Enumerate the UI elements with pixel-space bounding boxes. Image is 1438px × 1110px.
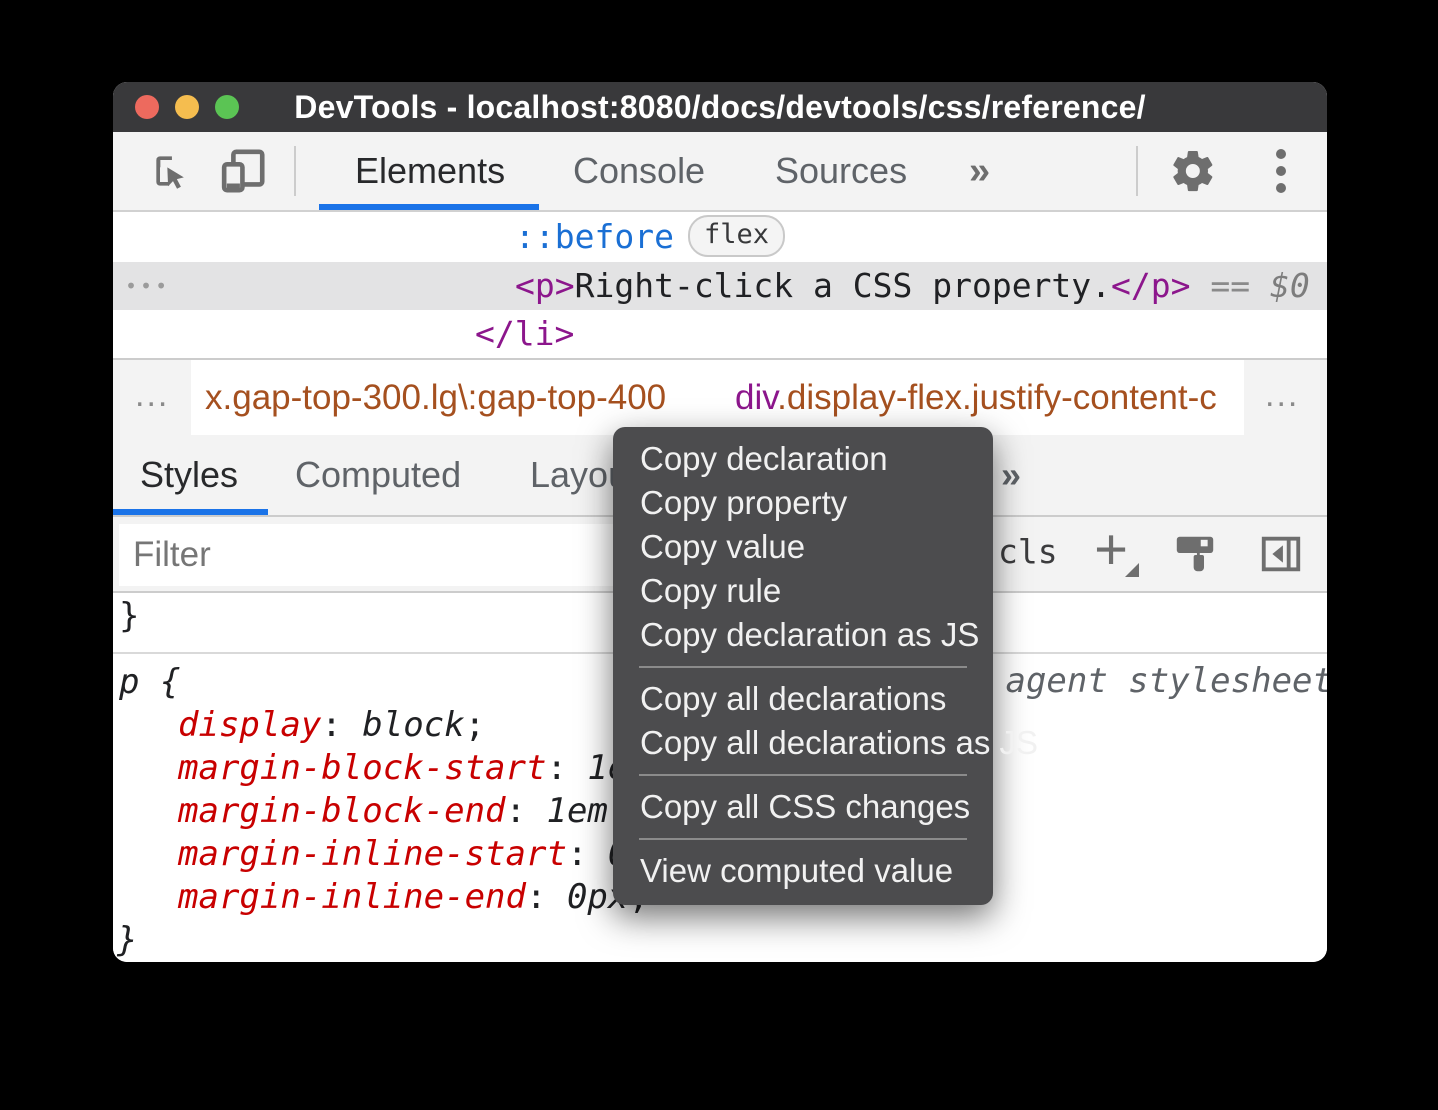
hidden-children-ellipsis[interactable]: ••• (125, 262, 170, 310)
elements-tree: ::before flex ••• <p>Right-click a CSS pr… (113, 212, 1327, 358)
rule-selector[interactable]: p { (119, 661, 180, 704)
breadcrumb-tag: div (735, 378, 777, 417)
colon: : (321, 705, 362, 745)
context-menu-item-copy-all-declarations-as-js[interactable]: Copy all declarations as JS (613, 721, 993, 765)
property-name[interactable]: display (178, 705, 321, 745)
tree-row-before[interactable]: ::before flex (113, 212, 1327, 262)
tab-console[interactable]: Console (573, 132, 705, 210)
breadcrumb-item-parent[interactable]: x.gap-top-300.lg\:gap-top-400 (205, 360, 666, 435)
context-menu-item-copy-all-css-changes[interactable]: Copy all CSS changes (613, 785, 993, 829)
active-sidebar-tab-indicator (113, 509, 268, 515)
property-name[interactable]: margin-block-start (178, 748, 546, 788)
tab-elements[interactable]: Elements (355, 132, 505, 210)
more-sidebar-tabs-button[interactable]: » (1001, 435, 1021, 515)
colon: : (526, 877, 567, 917)
toolbar-divider (294, 146, 296, 196)
element-text: Right-click a CSS property. (575, 266, 1111, 305)
property-value[interactable]: 1em (546, 791, 607, 831)
settings-button[interactable] (1161, 132, 1225, 210)
toolbar-divider-right (1136, 146, 1138, 196)
window-title: DevTools - localhost:8080/docs/devtools/… (294, 89, 1145, 126)
context-menu-item-copy-rule[interactable]: Copy rule (613, 569, 993, 613)
tab-computed[interactable]: Computed (295, 435, 461, 515)
context-menu-separator (639, 838, 967, 840)
equals-sign: == (1210, 266, 1250, 305)
context-menu-item-copy-value[interactable]: Copy value (613, 525, 993, 569)
active-tab-indicator (319, 204, 539, 210)
zoom-window-button[interactable] (215, 95, 239, 119)
context-menu-item-copy-declaration-as-js[interactable]: Copy declaration as JS (613, 613, 993, 657)
css-declaration[interactable]: margin-block-end: 1em; (178, 790, 628, 833)
property-name[interactable]: margin-block-end (178, 791, 506, 831)
breadcrumb-item-selected[interactable]: div.display-flex.justify-content-c (735, 360, 1217, 435)
inspect-icon (149, 149, 193, 193)
traffic-lights (135, 95, 239, 119)
breadcrumb-overflow-right[interactable]: ... (1265, 360, 1299, 435)
tab-styles[interactable]: Styles (140, 435, 238, 515)
toggle-rendering-emulation-button[interactable] (1165, 517, 1225, 591)
plus-caret-icon (1125, 563, 1139, 577)
customize-devtools-button[interactable] (1261, 132, 1301, 210)
context-menu-item-copy-property[interactable]: Copy property (613, 481, 993, 525)
tree-row-closing-li[interactable]: </li> (113, 310, 1327, 358)
flex-badge[interactable]: flex (688, 215, 785, 257)
open-tag: <p> (515, 266, 575, 305)
minimize-window-button[interactable] (175, 95, 199, 119)
toggle-element-classes-button[interactable]: cls (998, 517, 1058, 591)
previous-rule-close-brace: } (119, 595, 139, 638)
tab-sources[interactable]: Sources (775, 132, 907, 210)
new-style-rule-button[interactable]: + (1081, 517, 1141, 591)
context-menu-item-copy-declaration[interactable]: Copy declaration (613, 437, 993, 481)
colon: : (546, 748, 587, 788)
tree-row-selected[interactable]: ••• <p>Right-click a CSS property.</p> =… (113, 262, 1327, 310)
breadcrumb-bar: ... x.gap-top-300.lg\:gap-top-400 div.di… (113, 358, 1327, 435)
sidebar-toggle-icon (1258, 531, 1304, 577)
context-menu-item-view-computed-value[interactable]: View computed value (613, 849, 993, 893)
device-toolbar-icon (218, 146, 268, 196)
breadcrumb-classes: .display-flex.justify-content-c (777, 378, 1217, 417)
property-name[interactable]: margin-inline-start (178, 834, 567, 874)
main-toolbar: Elements Console Sources » (113, 132, 1327, 212)
css-declaration[interactable]: margin-block-start: 1em; (178, 747, 669, 790)
toggle-sidebar-button[interactable] (1251, 517, 1311, 591)
css-declaration[interactable]: margin-inline-end: 0px; (178, 876, 649, 919)
breadcrumb: x.gap-top-300.lg\:gap-top-400 div.displa… (191, 360, 1244, 435)
property-name[interactable]: margin-inline-end (178, 877, 526, 917)
context-menu-separator (639, 774, 967, 776)
colon: : (567, 834, 608, 874)
rule-close-brace: } (117, 919, 137, 962)
close-tag: </p> (1111, 266, 1190, 305)
inspect-element-button[interactable] (143, 132, 199, 210)
more-panels-button[interactable]: » (969, 132, 990, 210)
devtools-window: DevTools - localhost:8080/docs/devtools/… (113, 82, 1327, 962)
breadcrumb-overflow-left[interactable]: ... (135, 360, 169, 435)
pseudo-element-label[interactable]: ::before (515, 217, 674, 256)
context-menu: Copy declarationCopy propertyCopy valueC… (613, 427, 993, 905)
context-menu-separator (639, 666, 967, 668)
closing-li-tag: </li> (475, 314, 574, 353)
toggle-device-toolbar-button[interactable] (213, 132, 273, 210)
semicolon: ; (465, 705, 485, 745)
title-bar: DevTools - localhost:8080/docs/devtools/… (113, 82, 1327, 132)
property-value[interactable]: block (362, 705, 464, 745)
close-window-button[interactable] (135, 95, 159, 119)
kebab-menu-icon (1276, 149, 1286, 193)
css-declaration[interactable]: display: block; (178, 704, 485, 747)
gear-icon (1169, 147, 1217, 195)
dollar-zero-label: $0 (1270, 266, 1310, 305)
colon: : (506, 791, 547, 831)
paintbrush-icon (1172, 531, 1218, 577)
context-menu-item-copy-all-declarations[interactable]: Copy all declarations (613, 677, 993, 721)
